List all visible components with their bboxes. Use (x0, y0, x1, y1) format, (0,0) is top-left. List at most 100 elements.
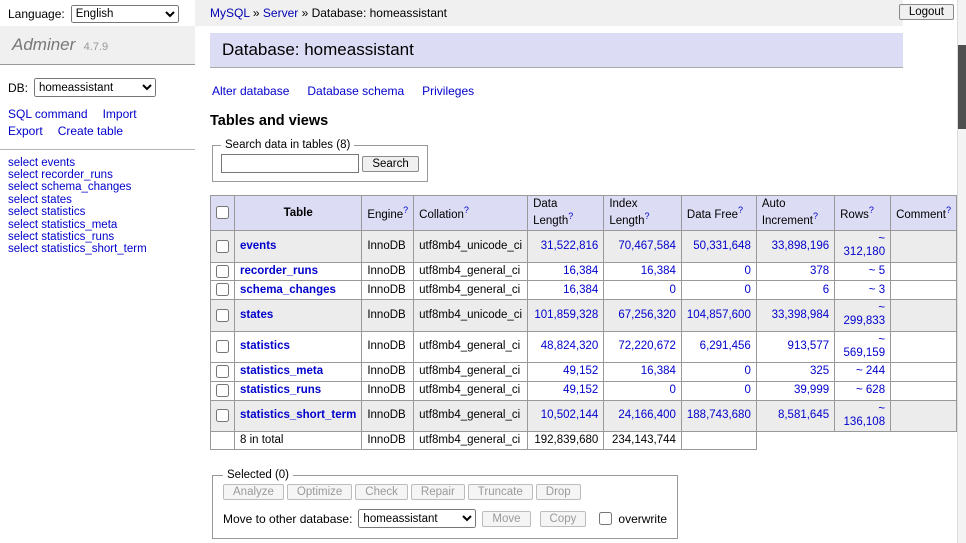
value-link[interactable]: 70,467,584 (618, 240, 676, 252)
value-link[interactable]: 10,502,144 (541, 409, 599, 421)
sidebar-table-link[interactable]: select events (8, 157, 187, 169)
value-link[interactable]: 16,384 (641, 265, 676, 277)
help-link[interactable]: ? (813, 211, 818, 221)
value-link[interactable]: 188,743,680 (687, 409, 751, 421)
breadcrumb-link[interactable]: MySQL (210, 6, 250, 20)
value-link[interactable]: 8,581,645 (778, 409, 829, 421)
sidebar-table-link[interactable]: select statistics (8, 206, 187, 218)
table-name-link[interactable]: events (240, 240, 276, 252)
language-select[interactable]: English (71, 5, 179, 23)
value-link[interactable]: ~ 569,159 (844, 334, 886, 359)
search-button[interactable]: Search (362, 156, 418, 172)
value-link[interactable]: 6,291,456 (700, 340, 751, 352)
value-link[interactable]: 16,384 (563, 284, 598, 296)
value-link[interactable]: 24,166,400 (618, 409, 676, 421)
row-checkbox[interactable] (216, 265, 229, 278)
help-link[interactable]: ? (403, 205, 408, 215)
value-link[interactable]: ~ 5 (869, 265, 885, 277)
sidebar-action-link[interactable]: Create table (58, 123, 123, 140)
help-link[interactable]: ? (568, 211, 573, 221)
value-link[interactable]: 0 (744, 365, 750, 377)
value-link[interactable]: 0 (744, 284, 750, 296)
value-link[interactable]: 0 (744, 384, 750, 396)
select-all-checkbox[interactable] (216, 206, 229, 219)
value-link[interactable]: 101,859,328 (534, 309, 598, 321)
value-link[interactable]: 48,824,320 (541, 340, 599, 352)
table-name-link[interactable]: states (240, 309, 273, 321)
overwrite-checkbox[interactable] (599, 512, 612, 525)
sidebar-action-link[interactable]: Export (8, 123, 43, 140)
value-link[interactable]: 104,857,600 (687, 309, 751, 321)
help-link[interactable]: ? (946, 205, 951, 215)
table-name-link[interactable]: statistics_meta (240, 365, 323, 377)
app-name[interactable]: Adminer (12, 35, 75, 54)
sidebar-action-link[interactable]: SQL command (8, 106, 88, 123)
value-link[interactable]: 0 (669, 384, 675, 396)
bulk-action-button[interactable]: Optimize (287, 484, 352, 500)
value-link[interactable]: ~ 628 (856, 384, 885, 396)
value-link[interactable]: 50,331,648 (693, 240, 751, 252)
help-link[interactable]: ? (738, 205, 743, 215)
value-link[interactable]: ~ 136,108 (844, 403, 886, 428)
move-button[interactable]: Move (482, 511, 530, 527)
value-link[interactable]: 0 (744, 265, 750, 277)
row-checkbox[interactable] (216, 240, 229, 253)
copy-button[interactable]: Copy (540, 511, 587, 527)
bulk-action-button[interactable]: Check (355, 484, 408, 500)
help-link[interactable]: ? (464, 205, 469, 215)
value-link[interactable]: 325 (810, 365, 829, 377)
db-action-link[interactable]: Database schema (307, 84, 404, 98)
sidebar-table-link[interactable]: select statistics_meta (8, 219, 187, 231)
table-name-link[interactable]: statistics_short_term (240, 409, 356, 421)
scrollbar-track[interactable] (957, 0, 966, 543)
value-link[interactable]: 67,256,320 (618, 309, 676, 321)
table-name-link[interactable]: statistics (240, 340, 290, 352)
row-checkbox[interactable] (216, 409, 229, 422)
value-link[interactable]: 33,398,984 (772, 309, 830, 321)
sidebar-table-link[interactable]: select statistics_short_term (8, 243, 187, 255)
row-checkbox[interactable] (216, 309, 229, 322)
value-link[interactable]: 49,152 (563, 384, 598, 396)
row-checkbox[interactable] (216, 283, 229, 296)
value-link[interactable]: 913,577 (788, 340, 830, 352)
sidebar-table-link[interactable]: select recorder_runs (8, 169, 187, 181)
value-link[interactable]: 49,152 (563, 365, 598, 377)
value-link[interactable]: 31,522,816 (541, 240, 599, 252)
value-link[interactable]: ~ 244 (856, 365, 885, 377)
value-link[interactable]: ~ 312,180 (844, 233, 886, 258)
db-action-link[interactable]: Privileges (422, 84, 474, 98)
logout-button[interactable]: Logout (899, 4, 954, 20)
search-input[interactable] (221, 154, 359, 173)
row-checkbox[interactable] (216, 340, 229, 353)
scrollbar-thumb[interactable] (958, 45, 966, 129)
sidebar-action-link[interactable]: Import (103, 106, 137, 123)
value-link[interactable]: 16,384 (563, 265, 598, 277)
bulk-action-button[interactable]: Truncate (468, 484, 533, 500)
help-link[interactable]: ? (645, 211, 650, 221)
breadcrumb-link[interactable]: Server (263, 6, 298, 20)
value-link[interactable]: 72,220,672 (618, 340, 676, 352)
db-select[interactable]: homeassistant (34, 78, 156, 97)
table-name-link[interactable]: schema_changes (240, 284, 336, 296)
value-link[interactable]: 39,999 (794, 384, 829, 396)
table-name-link[interactable]: statistics_runs (240, 384, 321, 396)
bulk-action-button[interactable]: Repair (411, 484, 465, 500)
bulk-action-button[interactable]: Analyze (223, 484, 284, 500)
value-link[interactable]: 33,898,196 (772, 240, 830, 252)
move-db-select[interactable]: homeassistant (358, 509, 476, 528)
sidebar-table-link[interactable]: select statistics_runs (8, 231, 187, 243)
table-name-link[interactable]: recorder_runs (240, 265, 318, 277)
sidebar-table-link[interactable]: select schema_changes (8, 181, 187, 193)
bulk-action-button[interactable]: Drop (536, 484, 581, 500)
value-link[interactable]: 6 (823, 284, 829, 296)
value-link[interactable]: 0 (669, 284, 675, 296)
row-checkbox[interactable] (216, 384, 229, 397)
sidebar-table-link[interactable]: select states (8, 194, 187, 206)
value-link[interactable]: 16,384 (641, 365, 676, 377)
db-action-link[interactable]: Alter database (212, 84, 289, 98)
row-checkbox[interactable] (216, 365, 229, 378)
value-link[interactable]: ~ 299,833 (844, 302, 886, 327)
value-link[interactable]: 378 (810, 265, 829, 277)
help-link[interactable]: ? (869, 205, 874, 215)
value-link[interactable]: ~ 3 (869, 284, 885, 296)
